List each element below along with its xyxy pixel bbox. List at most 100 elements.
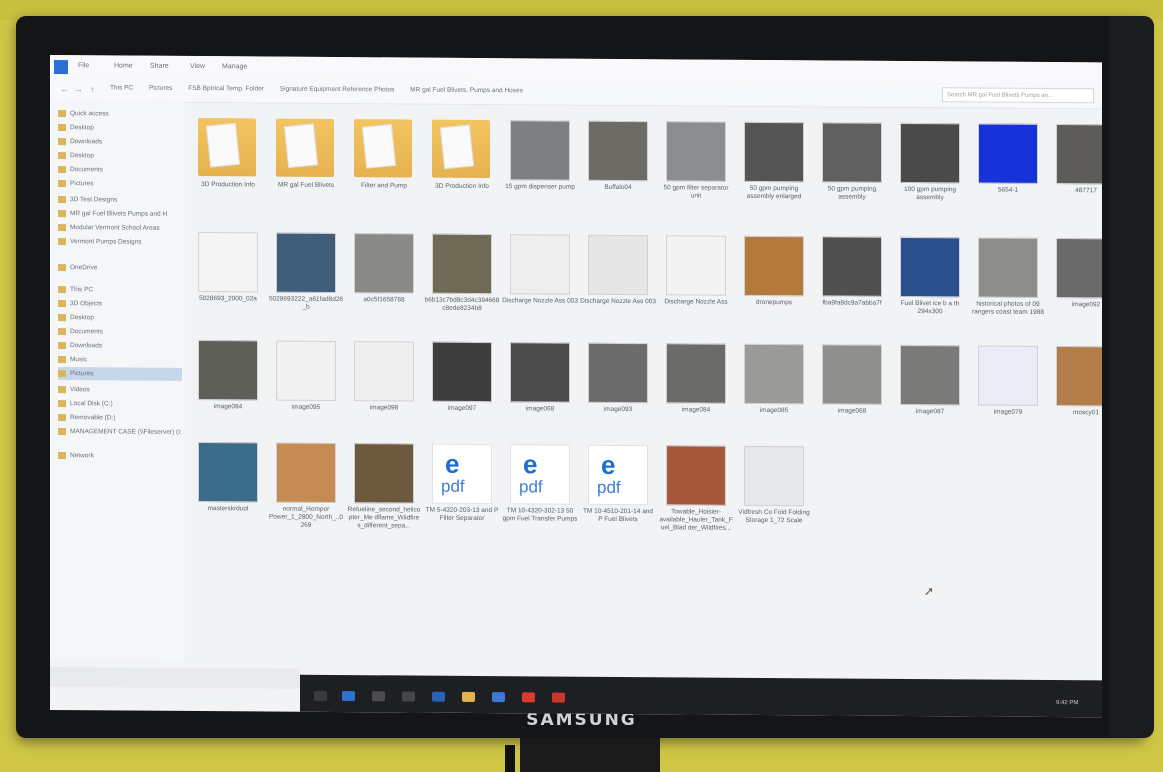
back-button[interactable]: ←: [60, 84, 69, 94]
file-item[interactable]: Refueline_second_helicopter_Me dflame_Wi…: [346, 443, 422, 564]
edge-logo: e: [601, 449, 616, 480]
nav-item[interactable]: Network: [58, 449, 182, 463]
file-item[interactable]: e pdf TM 10-4510-201-14 and P Fuel Blivets: [580, 444, 656, 566]
breadcrumb[interactable]: This PC Pictures FSB Bptrical Temp. Fold…: [110, 84, 890, 101]
nav-item[interactable]: Desktop: [58, 311, 182, 325]
browser-icon[interactable]: [492, 692, 505, 703]
nav-item[interactable]: Videos: [58, 383, 182, 397]
task-view-icon[interactable]: [314, 690, 327, 701]
file-item[interactable]: Discharge Nozzle Ass 003: [502, 234, 578, 355]
mail-icon[interactable]: [402, 691, 415, 702]
file-item[interactable]: a0c5f1658788: [346, 233, 422, 354]
nav-item[interactable]: Documents: [58, 163, 182, 177]
image-thumbnail: [510, 342, 570, 403]
nav-item[interactable]: 3D Test Designs: [58, 193, 182, 207]
file-item[interactable]: Vidfresh Co Fold Folding Storage 1_72 Sc…: [736, 445, 812, 567]
file-item[interactable]: 100 gpm pumping assembly: [892, 122, 968, 244]
file-item[interactable]: Fuel Blivet ice b a th 294x300: [892, 236, 968, 358]
nav-item[interactable]: Vermont Pumps Designs: [58, 235, 182, 249]
nav-item[interactable]: Removable (D:): [58, 411, 182, 425]
nav-item[interactable]: Pictures: [58, 177, 182, 191]
ribbon-tab-file[interactable]: File: [78, 62, 89, 69]
file-item[interactable]: e pdf TM 10-4320-302-13 50 gpm Fuel Transf…: [502, 444, 578, 565]
ribbon-tab-manage[interactable]: Manage: [222, 63, 247, 70]
breadcrumb-item[interactable]: Pictures: [149, 85, 172, 92]
file-item[interactable]: 3D Production Info: [190, 118, 266, 239]
file-item[interactable]: fba9fa8dc9a7abba7f: [814, 236, 890, 357]
nav-item[interactable]: 3D Objects: [58, 297, 182, 311]
file-item[interactable]: masterskrduol: [190, 442, 266, 563]
nav-item[interactable]: Desktop: [58, 149, 182, 163]
file-item[interactable]: 50 gpm pumping assembly: [814, 122, 890, 243]
nav-item[interactable]: Downloads: [58, 339, 182, 353]
ribbon-tab-view[interactable]: View: [190, 63, 205, 70]
forward-button[interactable]: →: [74, 84, 83, 94]
folder-icon[interactable]: [462, 691, 475, 702]
file-item[interactable]: Buffalo04: [580, 120, 656, 242]
file-item[interactable]: 5654-1: [970, 123, 1046, 244]
nav-item-label: OneDrive: [70, 264, 98, 272]
file-item[interactable]: image092: [1048, 238, 1102, 359]
breadcrumb-item[interactable]: MR gal Fuel Blivets, Pumps and Hoses: [410, 87, 523, 95]
image-thumbnail: [1056, 346, 1102, 407]
file-name: 5028693_2000_02a: [199, 295, 257, 303]
pdf-reader-icon[interactable]: [522, 692, 535, 703]
pdf-label: pdf: [519, 477, 543, 497]
ribbon-tab-share[interactable]: Share: [150, 63, 169, 70]
breadcrumb-item[interactable]: FSB Bptrical Temp. Folder: [188, 85, 264, 93]
file-item[interactable]: 15 gpm dispenser pump: [502, 120, 578, 241]
nav-item[interactable]: OneDrive: [58, 261, 182, 275]
nav-item[interactable]: Quick access: [58, 107, 182, 121]
file-item[interactable]: e pdf TM 5-4320-203-13 and P Filter Separa…: [424, 443, 500, 565]
nav-item[interactable]: MANAGEMENT CASE (\\Fileserver) (I:): [58, 425, 182, 439]
media-icon[interactable]: [552, 692, 565, 703]
nav-item[interactable]: MR gal Fuel Blivets Pumps and H: [58, 207, 182, 221]
nav-item-label: This PC: [70, 286, 94, 294]
nav-item-label: Desktop: [70, 152, 94, 160]
nav-item[interactable]: Music: [58, 353, 182, 367]
store-icon[interactable]: [372, 691, 385, 702]
file-item[interactable]: normal_Hompor Power_1_2800_North_..0269: [268, 442, 344, 564]
file-explorer-icon[interactable]: [54, 60, 68, 75]
ribbon-tab-home[interactable]: Home: [114, 62, 133, 69]
up-button[interactable]: ↑: [90, 84, 95, 94]
image-thumbnail: [744, 445, 804, 507]
file-item[interactable]: 5028693222_a61fad8d26_b: [268, 232, 344, 354]
nav-item[interactable]: Downloads: [58, 135, 182, 149]
file-item[interactable]: 50 gpm pumping assembly enlarged: [736, 121, 812, 243]
file-item[interactable]: 487717: [1048, 124, 1102, 245]
breadcrumb-item[interactable]: Signature Equipment Reference Photos: [280, 86, 395, 94]
folder-preview: [283, 123, 319, 169]
file-item[interactable]: 5028693_2000_02a: [190, 232, 266, 353]
file-item[interactable]: Towable_Hoisier-available_Hauler_Tank_Fu…: [658, 445, 734, 566]
search-input[interactable]: Search MR gal Fuel Blivets Pumps an...: [942, 87, 1094, 104]
edge-icon[interactable]: [342, 691, 355, 702]
nav-item[interactable]: This PC: [58, 283, 182, 297]
nav-item[interactable]: Local Disk (C:): [58, 397, 182, 411]
app-icon[interactable]: [432, 691, 445, 702]
file-item[interactable]: historical photos of 09 rangers coast te…: [970, 237, 1046, 358]
nav-item[interactable]: Desktop: [58, 121, 182, 135]
clock[interactable]: 9:42 PM: [1056, 700, 1078, 706]
nav-item[interactable]: Modular Vermont School Areas: [58, 221, 182, 235]
file-item[interactable]: image079: [970, 345, 1046, 466]
file-item[interactable]: image087: [892, 344, 968, 466]
nav-item-label: Documents: [70, 328, 103, 336]
file-name: Discharge Nozzle Ass: [664, 298, 728, 306]
file-item[interactable]: b6b13c7bd8c3d4c394668c8ede8234b8: [424, 233, 500, 355]
file-item[interactable]: moscy01: [1048, 346, 1102, 467]
file-item[interactable]: 3D Production Info: [424, 119, 500, 241]
file-item[interactable]: Filter and Pump: [346, 119, 422, 240]
nav-item[interactable]: Pictures: [58, 367, 182, 381]
file-item[interactable]: dronepumps: [736, 235, 812, 357]
file-item[interactable]: 50 gpm filter separator unit: [658, 121, 734, 242]
nav-item-icon: [58, 237, 66, 245]
breadcrumb-item[interactable]: This PC: [110, 84, 133, 91]
file-item[interactable]: MR gal Fuel Blivets: [268, 118, 344, 240]
file-name: TM 10-4510-201-14 and P Fuel Blivets: [582, 507, 654, 524]
file-item[interactable]: Discharge Nozzle Ass 003: [580, 234, 656, 356]
file-item[interactable]: Discharge Nozzle Ass: [658, 235, 734, 356]
nav-item[interactable]: Documents: [58, 325, 182, 339]
taskbar-search-area[interactable]: [50, 667, 300, 689]
file-item[interactable]: image068: [814, 344, 890, 465]
